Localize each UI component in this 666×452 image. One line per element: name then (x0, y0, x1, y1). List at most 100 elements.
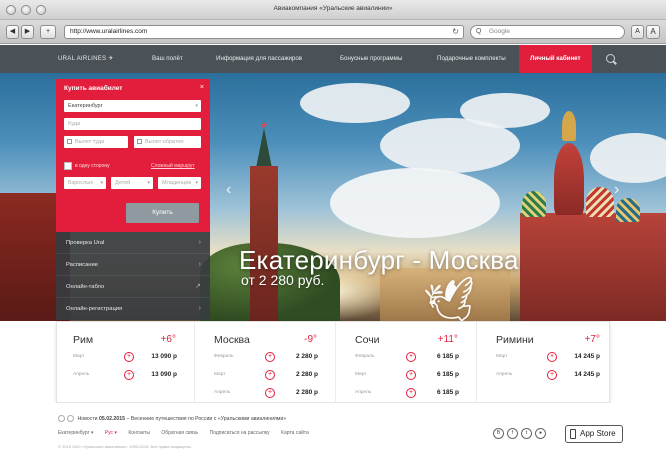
site-logo[interactable]: URAL AIRLINES ✈ (58, 55, 114, 62)
city-temperature: +11° (437, 334, 458, 345)
city-card-sochi[interactable]: Сочи +11° Февраль +6 185 р Март +6 185 р А… (339, 322, 477, 404)
external-link-icon: ↗ (195, 283, 201, 290)
app-store-badge[interactable]: App Store (565, 425, 623, 443)
one-way-label: в одну сторону (75, 163, 110, 169)
language-selector[interactable]: Рус ▾ (105, 430, 117, 436)
plus-icon: + (406, 370, 416, 380)
search-placeholder: Google (489, 28, 510, 35)
city-card-rome[interactable]: Рим +6° Март +13 090 р Апрель +13 090 р (57, 322, 195, 404)
nav-item-flight[interactable]: Ваш полёт (152, 45, 183, 73)
menu-item-flight-board[interactable]: Онлайн-табло ↗ (56, 276, 210, 298)
city-name: Рим (73, 334, 94, 346)
prev-slide-icon[interactable]: ‹ (226, 181, 231, 199)
plus-icon: + (547, 370, 557, 380)
infants-select[interactable]: Младенцев ▾ (158, 177, 201, 189)
chevron-down-icon: ▾ (147, 180, 150, 186)
close-icon[interactable]: × (200, 84, 204, 91)
search-icon: Q (476, 28, 482, 35)
plus-icon: + (406, 352, 416, 362)
news-next-icon[interactable] (67, 415, 74, 422)
quick-links-menu: Проверка Ural › Расписание › Онлайн-табло ↗… (56, 232, 210, 320)
footer-link-subscribe[interactable]: Подписаться на рассылку (210, 430, 270, 436)
st-basils-cathedral (512, 103, 666, 321)
complex-route-link[interactable]: Сложный маршрут (151, 163, 195, 169)
plus-icon: + (406, 388, 416, 398)
search-icon[interactable] (606, 54, 615, 63)
chevron-down-icon: ▾ (100, 180, 103, 186)
page-footer: Новости 05.02.2015 – Весенние путешестви… (0, 403, 666, 452)
city-temperature: +7° (584, 334, 600, 345)
window-titlebar: Авиакомпания «Уральские авиалинии» (0, 0, 666, 20)
news-prev-icon[interactable] (58, 415, 65, 422)
forward-button[interactable]: ▶ (21, 25, 34, 39)
footer-link-sitemap[interactable]: Карта сайта (281, 430, 309, 436)
buy-ticket-button[interactable]: Купить (126, 203, 199, 223)
fare-row[interactable]: Апрель +14 245 р (496, 370, 600, 382)
fare-row[interactable]: Февраль +6 185 р (355, 352, 459, 364)
chevron-down-icon: ▾ (195, 103, 198, 109)
fare-row[interactable]: Март +13 090 р (73, 352, 177, 364)
fare-row[interactable]: Апрель +6 185 р (355, 388, 459, 400)
cloud (300, 83, 410, 123)
vk-icon[interactable]: В (493, 428, 504, 439)
city-name: Римини (496, 334, 534, 346)
city-name: Москва (214, 334, 250, 346)
adults-select[interactable]: Взрослых ▾ (64, 177, 106, 189)
nav-item-passenger-info[interactable]: Информация для пассажиров (216, 45, 302, 73)
url-text: http://www.uralairlines.com (70, 28, 148, 35)
footer-link-contacts[interactable]: Контакты (128, 430, 150, 436)
nav-item-personal-cabinet[interactable]: Личный кабинет (519, 45, 592, 73)
chevron-down-icon: ▾ (195, 180, 198, 186)
nav-item-bonus[interactable]: Бонусные программы (340, 45, 402, 73)
add-bookmark-button[interactable]: + (40, 25, 56, 39)
fare-row[interactable]: Март +14 245 р (496, 352, 600, 364)
chevron-right-icon: › (198, 261, 201, 268)
origin-field[interactable]: Екатеринбург ▾ (64, 100, 201, 112)
city-temperature: +6° (160, 334, 176, 345)
destination-field[interactable]: Куда (64, 118, 201, 130)
odnoklassniki-icon[interactable]: ● (535, 428, 546, 439)
footer-links: Екатеринбург ▾ Рус ▾ Контакты Обратная с… (58, 430, 319, 436)
next-slide-icon[interactable]: › (614, 181, 619, 199)
city-card-rimini[interactable]: Римини +7° Март +14 245 р Апрель +14 245 р (480, 322, 618, 404)
back-button[interactable]: ◀ (6, 25, 19, 39)
return-date-field[interactable]: Вылет обратно (134, 136, 201, 148)
booking-form: Купить авиабилет × Екатеринбург ▾ Куда Вы… (56, 79, 210, 232)
menu-item-check[interactable]: Проверка Ural › (56, 232, 210, 254)
menu-item-online-checkin[interactable]: Онлайн-регистрация › (56, 298, 210, 320)
plus-icon: + (547, 352, 557, 362)
fare-row[interactable]: Март +6 185 р (355, 370, 459, 382)
menu-item-schedule[interactable]: Расписание › (56, 254, 210, 276)
fare-row[interactable]: Апрель +13 090 р (73, 370, 177, 382)
social-links: В f t ● (493, 428, 546, 439)
twitter-icon[interactable]: t (521, 428, 532, 439)
fare-row[interactable]: Март +2 280 р (214, 370, 318, 382)
site-navigation: URAL AIRLINES ✈ Ваш полёт Информация для… (0, 45, 666, 73)
city-card-moscow[interactable]: Москва -9° Февраль +2 280 р Март +2 280 р … (198, 322, 336, 404)
one-way-checkbox[interactable] (64, 162, 72, 170)
departure-date-field[interactable]: Вылет туда (64, 136, 128, 148)
phone-icon (570, 429, 576, 439)
hero-price: от 2 280 руб. (241, 272, 325, 288)
plus-icon: + (265, 370, 275, 380)
reload-icon[interactable]: ↻ (452, 26, 459, 38)
footer-link-feedback[interactable]: Обратная связь (161, 430, 198, 436)
fare-row[interactable]: Апрель +2 280 р (214, 388, 318, 400)
text-larger-button[interactable]: A (646, 25, 660, 39)
cloud (330, 168, 500, 238)
text-smaller-button[interactable]: A (631, 25, 644, 39)
browser-toolbar: ◀ ▶ + http://www.uralairlines.com ↻ Q Go… (0, 20, 666, 44)
search-field[interactable]: Q Google (470, 25, 625, 39)
fare-row[interactable]: Февраль +2 280 р (214, 352, 318, 364)
city-selector[interactable]: Екатеринбург ▾ (58, 430, 93, 436)
nav-item-gift-sets[interactable]: Подарочные комплекты (437, 45, 506, 73)
address-bar[interactable]: http://www.uralairlines.com ↻ (64, 25, 464, 39)
window-title: Авиакомпания «Уральские авиалинии» (273, 5, 393, 12)
plus-icon: + (265, 352, 275, 362)
city-temperature: -9° (304, 334, 317, 345)
news-ticker[interactable]: Новости 05.02.2015 – Весенние путешестви… (58, 415, 286, 422)
children-select[interactable]: Детей ▾ (111, 177, 153, 189)
facebook-icon[interactable]: f (507, 428, 518, 439)
dove-icon: 🕊 (421, 273, 482, 321)
plus-icon: + (124, 370, 134, 380)
